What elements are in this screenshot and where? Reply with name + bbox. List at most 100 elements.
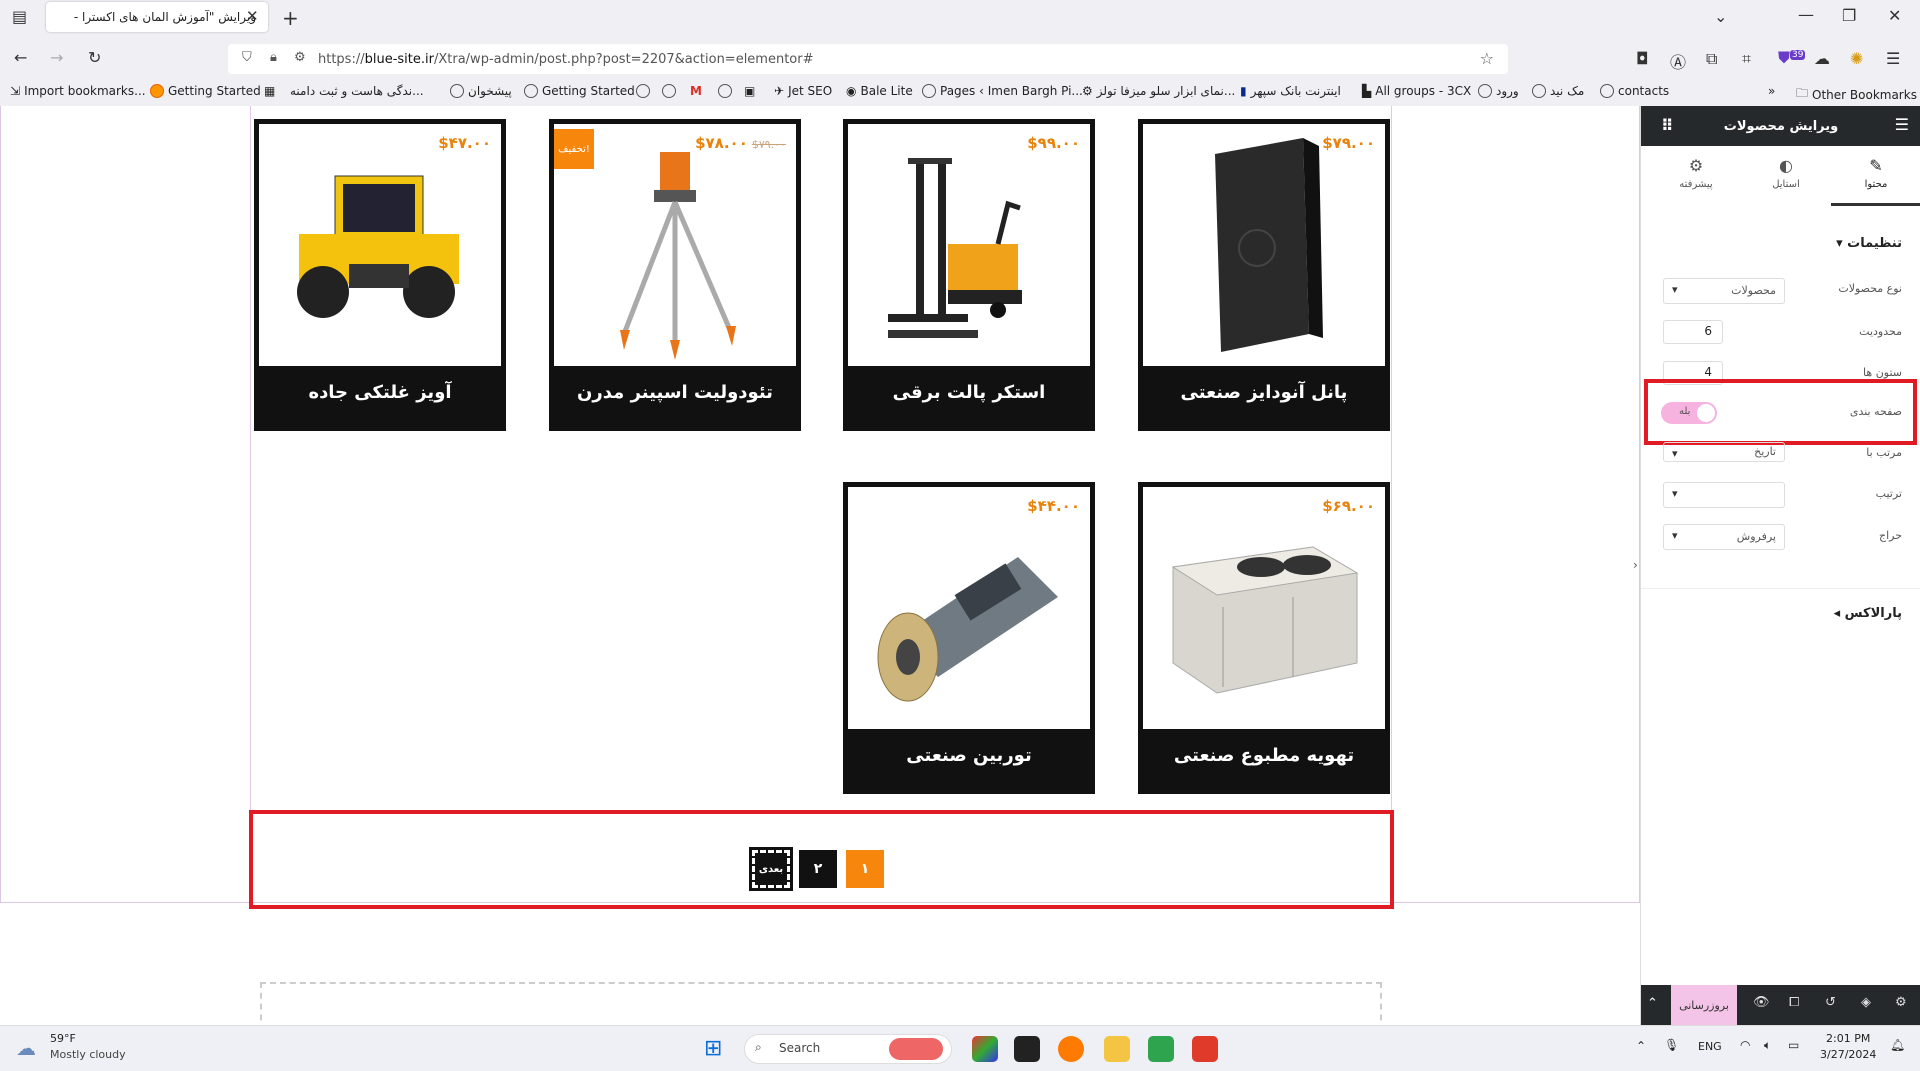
orderby-select[interactable]: تاریخ: [1663, 442, 1785, 462]
bookmark-item[interactable]: ⇲ Import bookmarks...: [10, 84, 146, 98]
forward-icon[interactable]: →: [50, 48, 63, 67]
responsive-icon[interactable]: ⧠: [1789, 995, 1799, 1010]
window-close-icon[interactable]: ✕: [1888, 6, 1901, 25]
sale-select[interactable]: پرفروش: [1663, 524, 1785, 550]
shield-icon[interactable]: ⛉: [242, 50, 252, 65]
widgets-grid-icon[interactable]: ⠿: [1661, 116, 1674, 135]
crop-icon[interactable]: ⌗: [1742, 49, 1751, 69]
taskbar-search[interactable]: ⌕ Search: [744, 1034, 952, 1064]
microphone-icon[interactable]: 🎙︎: [1664, 1038, 1679, 1052]
bookmark-star-icon[interactable]: ☆: [1480, 49, 1494, 68]
more-bookmarks-icon[interactable]: »: [1768, 84, 1775, 98]
wifi-icon[interactable]: ◠: [1740, 1038, 1750, 1052]
history-icon[interactable]: ↺: [1825, 995, 1836, 1010]
battery-icon[interactable]: ▭: [1788, 1038, 1799, 1052]
reload-icon[interactable]: ↻: [88, 48, 101, 67]
bookmark-item[interactable]: Pages ‹ Imen Bargh Pi...: [922, 84, 1083, 98]
parallax-section-toggle[interactable]: پارالاکس ◂: [1834, 606, 1902, 621]
windows-start-icon[interactable]: ⊞: [704, 1036, 722, 1061]
limit-input[interactable]: 6: [1663, 320, 1723, 344]
bookmark-item[interactable]: [636, 84, 650, 98]
extension-shield-icon[interactable]: ⛊ 39: [1778, 48, 1806, 68]
bookmark-item[interactable]: اینترنت بانک سپهر ▮: [1240, 84, 1341, 98]
restore-icon[interactable]: ❐: [1842, 6, 1856, 25]
sun-extension-icon[interactable]: ✺: [1850, 49, 1863, 68]
copilot-icon[interactable]: [972, 1036, 998, 1062]
settings-icon[interactable]: ⚙: [1895, 995, 1907, 1010]
product-name[interactable]: استکر پالت برقی: [848, 382, 1090, 403]
bookmark-item[interactable]: پیشخوان: [450, 84, 512, 98]
bookmark-item[interactable]: Getting Started: [524, 84, 635, 98]
language-indicator[interactable]: ENG: [1698, 1040, 1722, 1053]
bookmark-item[interactable]: ▦: [264, 84, 275, 98]
page-2-button[interactable]: ۲: [799, 850, 837, 888]
page-1-button[interactable]: ۱: [846, 850, 884, 888]
tray-chevron-icon[interactable]: ⌃: [1636, 1039, 1646, 1053]
bookmark-item[interactable]: ...نمای ابزار سلو میزفا تولز ⚙: [1082, 84, 1235, 98]
account-icon[interactable]: Ⓐ: [1670, 49, 1686, 73]
task-view-icon[interactable]: [1014, 1036, 1040, 1062]
bookmark-folder[interactable]: 🗀 Other Bookmarks: [1796, 84, 1917, 105]
product-name[interactable]: آویز غلتکی جاده: [259, 382, 501, 403]
add-section-area[interactable]: [260, 982, 1382, 1025]
hamburger-icon[interactable]: ☰: [1895, 115, 1909, 134]
product-card[interactable]: تخفیف! $۷۸.۰۰ $۷۹.۰۰ تئودولیت اسپینر مدرن: [549, 119, 801, 431]
app-green-icon[interactable]: [1148, 1036, 1174, 1062]
new-tab-icon[interactable]: +: [282, 6, 299, 30]
order-select[interactable]: [1663, 482, 1785, 508]
chevron-up-icon[interactable]: ⌃: [1647, 996, 1658, 1011]
bookmark-item[interactable]: [662, 84, 676, 98]
bookmark-item[interactable]: ✈ Jet SEO: [774, 84, 832, 98]
product-image[interactable]: [848, 124, 1090, 366]
product-image[interactable]: [259, 124, 501, 366]
settings-section-toggle[interactable]: تنظیمات ▾: [1836, 236, 1902, 251]
notification-bell-icon[interactable]: 🔔︎: [1890, 1038, 1905, 1052]
weather-desc[interactable]: Mostly cloudy: [50, 1048, 126, 1061]
product-card[interactable]: $۴۴.۰۰ توربین صنعتی: [843, 482, 1095, 794]
product-card[interactable]: $۶۹.۰۰ تهویه مطبوع صنعتی: [1138, 482, 1390, 794]
product-card[interactable]: $۹۹.۰۰ استکر پالت برقی: [843, 119, 1095, 431]
clock-time[interactable]: 2:01 PM: [1826, 1032, 1870, 1045]
minimize-icon[interactable]: —: [1798, 5, 1814, 24]
bookmark-item[interactable]: ▙ All groups - 3CX: [1362, 84, 1471, 98]
pagination-toggle[interactable]: بله: [1661, 402, 1717, 424]
menu-icon[interactable]: ☰: [1886, 49, 1900, 68]
weather-temp[interactable]: 59°F: [50, 1032, 76, 1045]
tab-content[interactable]: ✎ محتوا: [1831, 156, 1920, 206]
pocket-icon[interactable]: ◘: [1636, 49, 1649, 68]
file-explorer-icon[interactable]: [1104, 1036, 1130, 1062]
firefox-taskbar-icon[interactable]: [1058, 1036, 1084, 1062]
product-type-select[interactable]: محصولات: [1663, 278, 1785, 304]
product-name[interactable]: توربین صنعتی: [848, 745, 1090, 766]
bookmark-item[interactable]: [718, 84, 732, 98]
bookmark-item[interactable]: M: [690, 84, 702, 98]
product-card[interactable]: $۴۷.۰۰ آویز غلتکی جاده: [254, 119, 506, 431]
bookmark-item[interactable]: ◉ Bale Lite: [846, 84, 913, 98]
back-icon[interactable]: ←: [14, 48, 27, 67]
bookmark-item[interactable]: ورود: [1478, 84, 1519, 98]
layers-icon[interactable]: ◈: [1861, 995, 1871, 1010]
bookmark-item[interactable]: ▣: [744, 84, 755, 98]
collapse-panel-icon[interactable]: ›: [1633, 558, 1638, 572]
product-name[interactable]: تئودولیت اسپینر مدرن: [554, 382, 796, 403]
bookmark-item[interactable]: contacts: [1600, 84, 1669, 98]
list-all-tabs-icon[interactable]: ⌄: [1714, 7, 1727, 26]
volume-icon[interactable]: 🔈︎: [1764, 1038, 1771, 1053]
lock-icon[interactable]: 🔒︎: [270, 50, 277, 65]
cloud-icon[interactable]: ☁: [1814, 49, 1830, 68]
product-image[interactable]: [1143, 124, 1385, 366]
bookmark-item[interactable]: Getting Started: [150, 84, 261, 98]
tab-list-icon[interactable]: ▤: [12, 7, 27, 26]
update-button[interactable]: بروزرسانی: [1671, 985, 1737, 1025]
tab-advanced[interactable]: ⚙ پیشرفته: [1651, 156, 1741, 190]
bookmark-item[interactable]: مک نید: [1532, 84, 1584, 98]
clock-date[interactable]: 3/27/2024: [1820, 1048, 1876, 1061]
weather-cloud-icon[interactable]: ☁: [16, 1036, 36, 1060]
product-image[interactable]: [848, 487, 1090, 729]
tab-style[interactable]: ◐ استایل: [1741, 156, 1831, 190]
app-red-icon[interactable]: [1192, 1036, 1218, 1062]
bookmark-item[interactable]: ...ندگی هاست و ثبت دامنه: [290, 84, 424, 98]
eye-icon[interactable]: 👁︎: [1753, 995, 1770, 1010]
product-image[interactable]: [1143, 487, 1385, 729]
browser-tab[interactable]: ✕ ویرایش "آموزش المان های اکسترا - ...: [46, 2, 268, 32]
